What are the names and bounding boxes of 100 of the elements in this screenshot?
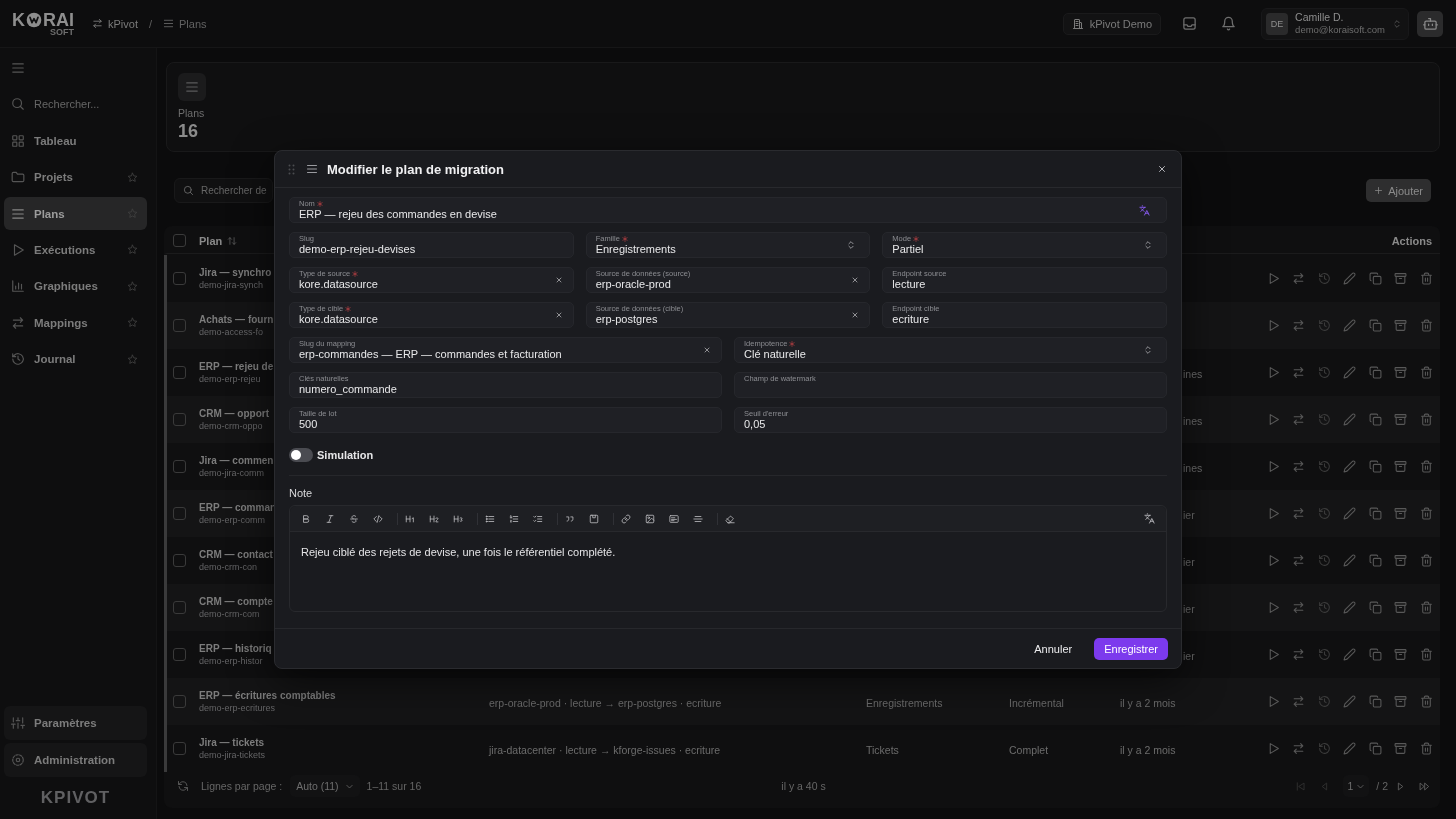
row-checkbox[interactable] (173, 648, 186, 661)
archive-icon[interactable] (1394, 695, 1408, 708)
trash-icon[interactable] (1420, 507, 1434, 520)
archive-icon[interactable] (1394, 413, 1408, 426)
star-icon[interactable] (127, 280, 138, 292)
trash-icon[interactable] (1420, 272, 1434, 285)
trash-icon[interactable] (1420, 554, 1434, 567)
star-icon[interactable] (127, 171, 138, 183)
last-page-icon[interactable] (1419, 780, 1430, 792)
arrows-icon[interactable] (1292, 507, 1306, 520)
translate-icon[interactable] (1139, 204, 1150, 216)
arrows-icon[interactable] (1292, 460, 1306, 473)
chevrons-icon[interactable] (846, 240, 857, 250)
breadcrumb-link[interactable]: kPivot (92, 17, 138, 30)
row-checkbox[interactable] (173, 460, 186, 473)
code-icon[interactable] (373, 513, 383, 524)
copy-icon[interactable] (1368, 695, 1382, 708)
history-icon[interactable] (1317, 507, 1331, 520)
history-icon[interactable] (1317, 460, 1331, 473)
x-icon[interactable] (851, 276, 860, 284)
copy-icon[interactable] (1368, 742, 1382, 755)
nav-item[interactable]: Projets (4, 160, 147, 194)
simulation-toggle[interactable] (289, 448, 313, 462)
search-field[interactable]: Rechercher... (4, 87, 147, 121)
archive-icon[interactable] (1394, 648, 1408, 661)
copy-icon[interactable] (1368, 554, 1382, 567)
text-block-icon[interactable] (669, 513, 679, 524)
archive-icon[interactable] (1394, 319, 1408, 332)
add-button[interactable]: Ajouter (1366, 179, 1431, 202)
history-icon[interactable] (1317, 272, 1331, 285)
close-icon[interactable] (1157, 164, 1167, 174)
x-icon[interactable] (703, 346, 711, 354)
arrows-icon[interactable] (1292, 272, 1306, 285)
row-checkbox[interactable] (173, 272, 186, 285)
trash-icon[interactable] (1420, 601, 1434, 614)
link-icon[interactable] (621, 513, 631, 524)
history-icon[interactable] (1317, 554, 1331, 567)
checklist-icon[interactable] (533, 513, 543, 524)
history-icon[interactable] (1317, 742, 1331, 755)
copy-icon[interactable] (1368, 460, 1382, 473)
italic-icon[interactable] (325, 513, 335, 524)
row-checkbox[interactable] (173, 601, 186, 614)
row-checkbox[interactable] (173, 413, 186, 426)
row-checkbox[interactable] (173, 507, 186, 520)
arrows-icon[interactable] (1292, 601, 1306, 614)
column-header[interactable]: Actions (1391, 234, 1432, 247)
trash-icon[interactable] (1420, 460, 1434, 473)
row-checkbox[interactable] (173, 554, 186, 567)
archive-icon[interactable] (1394, 742, 1408, 755)
star-icon[interactable] (127, 353, 138, 365)
nav-item[interactable]: Tableau (4, 124, 147, 158)
row-checkbox[interactable] (173, 319, 186, 332)
arrows-icon[interactable] (1292, 554, 1306, 567)
save-button[interactable]: Enregistrer (1094, 637, 1168, 660)
copy-icon[interactable] (1368, 507, 1382, 520)
history-icon[interactable] (1317, 695, 1331, 708)
pencil-icon[interactable] (1343, 507, 1357, 520)
translate-icon[interactable] (1144, 513, 1155, 524)
arrows-icon[interactable] (1292, 695, 1306, 708)
strikethrough-icon[interactable] (349, 513, 359, 524)
nav-item[interactable]: Paramètres (4, 706, 147, 740)
user-menu[interactable]: DE Camille D. demo@koraisoft.com (1261, 7, 1409, 40)
pencil-icon[interactable] (1343, 319, 1357, 332)
block-icon[interactable] (589, 513, 599, 524)
heading-two-icon[interactable] (429, 513, 439, 524)
row-checkbox[interactable] (173, 366, 186, 379)
grip-icon[interactable] (288, 163, 295, 175)
quote-icon[interactable] (565, 513, 575, 524)
nav-item[interactable]: Journal (4, 342, 147, 376)
pencil-icon[interactable] (1343, 366, 1357, 379)
history-icon[interactable] (1317, 366, 1331, 379)
row-checkbox[interactable] (173, 742, 186, 755)
image-icon[interactable] (645, 513, 655, 524)
eraser-icon[interactable] (725, 513, 735, 524)
bell-icon[interactable] (1221, 16, 1237, 31)
refresh-icon[interactable] (177, 780, 189, 792)
chevrons-icon[interactable] (1143, 240, 1153, 250)
archive-icon[interactable] (1394, 366, 1408, 379)
archive-icon[interactable] (1394, 460, 1408, 473)
row-checkbox[interactable] (173, 695, 186, 708)
copy-icon[interactable] (1368, 601, 1382, 614)
copy-icon[interactable] (1368, 648, 1382, 661)
pencil-icon[interactable] (1343, 460, 1357, 473)
pencil-icon[interactable] (1343, 742, 1357, 755)
star-icon[interactable] (127, 244, 138, 256)
workspace-button[interactable]: kPivot Demo (1062, 12, 1162, 35)
pencil-icon[interactable] (1343, 695, 1357, 708)
copy-icon[interactable] (1368, 413, 1382, 426)
trash-icon[interactable] (1420, 742, 1434, 755)
pencil-icon[interactable] (1343, 601, 1357, 614)
heading-three-icon[interactable] (453, 513, 463, 524)
numbered-list-icon[interactable] (509, 513, 519, 524)
arrows-icon[interactable] (1292, 366, 1306, 379)
nav-item[interactable]: Administration (4, 743, 147, 777)
copy-icon[interactable] (1368, 366, 1382, 379)
arrows-icon[interactable] (1292, 648, 1306, 661)
breadcrumb-link[interactable]: Plans (163, 17, 207, 30)
column-header[interactable]: Plan (199, 234, 238, 247)
trash-icon[interactable] (1420, 413, 1434, 426)
history-icon[interactable] (1317, 648, 1331, 661)
